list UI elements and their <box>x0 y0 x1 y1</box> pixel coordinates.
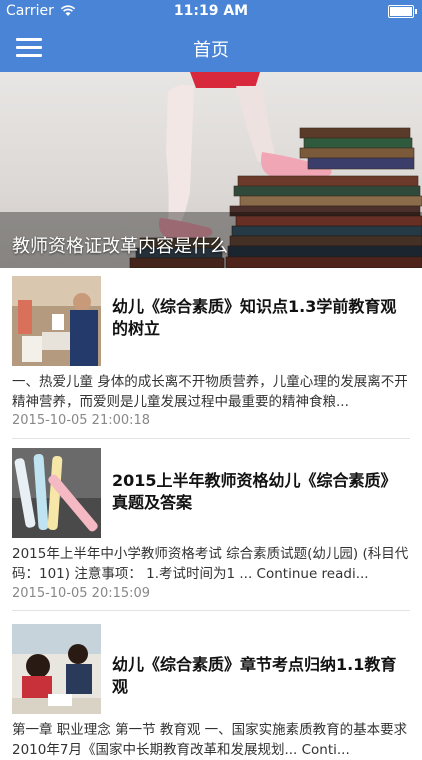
article-thumbnail <box>12 276 101 366</box>
article-thumbnail <box>12 448 101 538</box>
classroom-photo <box>12 276 101 366</box>
divider <box>12 438 410 439</box>
article-date: 2015-10-05 20:15:09 <box>12 586 151 601</box>
article-summary: 一、热爱儿童 身体的成长离不开物质营养，儿童心理的发展离不开精神营养，而爱则是儿… <box>12 374 408 410</box>
featured-banner[interactable]: 教师资格证改革内容是什么 <box>0 72 422 268</box>
page-title: 首页 <box>193 40 229 61</box>
article-thumbnail <box>12 624 101 714</box>
chalk-photo <box>12 448 101 538</box>
article-item[interactable]: 2015上半年教师资格幼儿《综合素质》真题及答案 2015年上半年中小学教师资格… <box>0 444 422 614</box>
article-summary: 第一章 职业理念 第一节 教育观 一、国家实施素质教育的基本要求 2010年7月… <box>12 722 408 758</box>
article-summary: 2015年上半年中小学教师资格考试 综合素质试题(幼儿园) (科目代码：101)… <box>12 546 409 582</box>
article-title: 2015上半年教师资格幼儿《综合素质》真题及答案 <box>112 471 397 512</box>
app-header: Carrier 11:19 AM 首页 <box>0 0 422 72</box>
article-title: 幼儿《综合素质》知识点1.3学前教育观的树立 <box>112 297 397 338</box>
battery-icon <box>388 5 417 18</box>
exam-students-photo <box>12 624 101 714</box>
status-time: 11:19 AM <box>173 3 249 19</box>
article-title: 幼儿《综合素质》章节考点归纳1.1教育观 <box>112 655 397 696</box>
status-bar: Carrier 11:19 AM <box>0 0 422 22</box>
article-date: 2015-10-05 21:00:18 <box>12 413 151 428</box>
divider <box>12 610 410 611</box>
article-item[interactable]: 幼儿《综合素质》知识点1.3学前教育观的树立 一、热爱儿童 身体的成长离不开物质… <box>0 268 422 444</box>
article-item[interactable]: 幼儿《综合素质》章节考点归纳1.1教育观 第一章 职业理念 第一节 教育观 一、… <box>0 614 422 758</box>
banner-caption: 教师资格证改革内容是什么 <box>12 236 228 257</box>
